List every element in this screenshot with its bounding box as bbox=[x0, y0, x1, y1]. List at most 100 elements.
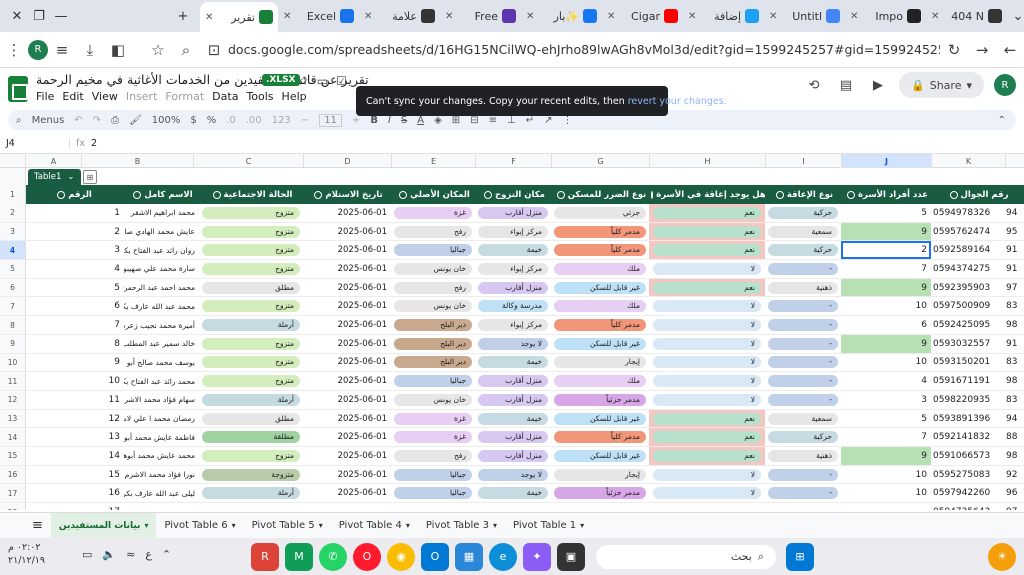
text-color-icon[interactable]: A bbox=[417, 115, 424, 126]
cell-phone[interactable]: 0593150201 bbox=[931, 354, 1004, 372]
cell-phone[interactable]: 0597942260 bbox=[931, 485, 1004, 503]
cell-origin[interactable]: جباليا bbox=[391, 241, 475, 259]
cell-date[interactable] bbox=[303, 503, 391, 510]
disability-chip[interactable]: لا bbox=[653, 356, 761, 369]
menu-view[interactable]: View bbox=[92, 90, 118, 103]
cell-disability[interactable]: لا bbox=[649, 353, 765, 372]
collapse-toolbar-icon[interactable]: ⌃ bbox=[998, 115, 1006, 126]
shelter-chip[interactable]: ملك bbox=[554, 300, 646, 313]
cell-num[interactable]: 13 bbox=[26, 428, 124, 446]
cell-origin[interactable]: غزة bbox=[391, 410, 475, 428]
place-chip[interactable]: خيمة bbox=[478, 356, 548, 369]
cell-shelter[interactable]: مدمر كلياً bbox=[551, 428, 649, 446]
cell-social[interactable]: مطلقة bbox=[199, 428, 303, 446]
cell-distype[interactable]: - bbox=[765, 372, 841, 390]
account-avatar[interactable]: R bbox=[994, 74, 1016, 96]
shelter-chip[interactable]: مدمر كلياً bbox=[554, 244, 646, 257]
chrome-profile-r-icon[interactable]: R bbox=[251, 542, 279, 571]
cell-origin[interactable]: جباليا bbox=[391, 466, 475, 484]
cell-k[interactable]: 92 bbox=[1006, 466, 1024, 484]
cell-members[interactable]: 2 bbox=[841, 241, 931, 260]
cell-distype[interactable]: حركية bbox=[765, 204, 841, 222]
column-options-icon[interactable] bbox=[949, 190, 958, 199]
cell-name[interactable]: روان رائد عبد الفتاح بكر bbox=[124, 241, 199, 259]
social-chip[interactable]: أرملة bbox=[202, 487, 300, 500]
cell-k[interactable]: 88 bbox=[1006, 428, 1024, 446]
cell-origin[interactable]: غزة bbox=[391, 204, 475, 222]
social-chip[interactable]: متزوجة bbox=[202, 468, 300, 481]
cell-phone[interactable]: 0594978326 bbox=[931, 204, 1004, 222]
place-chip[interactable]: لا يوجد bbox=[478, 468, 548, 481]
distype-chip[interactable]: - bbox=[768, 300, 838, 313]
cell-k[interactable]: 91 bbox=[1006, 335, 1024, 353]
place-chip[interactable]: منزل أقارب bbox=[478, 375, 548, 388]
cell-phone[interactable]: 0591066573 bbox=[931, 447, 1004, 465]
cell-distype[interactable]: - bbox=[765, 260, 841, 278]
cell-members[interactable]: 4 bbox=[841, 372, 931, 390]
cell-num[interactable]: 10 bbox=[26, 372, 124, 390]
distype-chip[interactable]: سمعية bbox=[768, 225, 838, 238]
cell-phone[interactable]: 0594735643 bbox=[931, 503, 1004, 510]
zoom-icon[interactable]: ⌕ bbox=[172, 36, 200, 64]
cell-date[interactable]: 2025-06-01 bbox=[303, 241, 391, 259]
row-number[interactable]: 4 bbox=[0, 241, 26, 260]
cell-date[interactable]: 2025-06-01 bbox=[303, 298, 391, 316]
outlook-icon[interactable]: O bbox=[421, 542, 449, 571]
cell-num[interactable]: 11 bbox=[26, 391, 124, 409]
cell-origin[interactable]: جباليا bbox=[391, 372, 475, 390]
name-box[interactable]: J4 bbox=[0, 138, 70, 149]
cell-social[interactable]: متزوج bbox=[199, 298, 303, 316]
decrease-decimal-icon[interactable]: .0 bbox=[226, 115, 236, 126]
cell-shelter[interactable]: ملك bbox=[551, 260, 649, 278]
cell-origin[interactable]: خان يونس bbox=[391, 298, 475, 316]
battery-icon[interactable]: ▭ bbox=[82, 548, 92, 561]
cell-social[interactable]: متزوج bbox=[199, 223, 303, 241]
cell-disability[interactable] bbox=[649, 503, 765, 510]
forward-icon[interactable]: → bbox=[968, 36, 996, 64]
menu-help[interactable]: Help bbox=[282, 90, 307, 103]
cell-origin[interactable] bbox=[391, 503, 475, 510]
shelter-chip[interactable]: ملك bbox=[554, 375, 646, 388]
disability-chip[interactable]: نعم bbox=[653, 431, 761, 444]
cell-members[interactable]: 10 bbox=[841, 353, 931, 372]
header-place[interactable]: مكان النزوح bbox=[475, 185, 551, 204]
origin-chip[interactable]: غزة bbox=[394, 412, 472, 425]
edge-icon[interactable]: e bbox=[489, 542, 517, 571]
cell-distype[interactable]: ذهنية bbox=[765, 279, 841, 297]
cell-shelter[interactable]: ملك bbox=[551, 298, 649, 316]
cell-origin[interactable]: رفح bbox=[391, 223, 475, 241]
revert-changes-link[interactable]: revert your changes. bbox=[628, 96, 727, 107]
distype-chip[interactable]: - bbox=[768, 337, 838, 350]
currency-format[interactable]: $ bbox=[190, 115, 196, 126]
cell-distype[interactable]: - bbox=[765, 316, 841, 334]
menu-format[interactable]: Format bbox=[165, 90, 204, 103]
cell-distype[interactable]: سمعية bbox=[765, 410, 841, 428]
cell-social[interactable]: أرملة bbox=[199, 391, 303, 409]
cell-k[interactable]: 98 bbox=[1006, 372, 1024, 390]
disability-chip[interactable]: لا bbox=[653, 375, 761, 388]
cell-members[interactable]: 5 bbox=[841, 409, 931, 428]
cell-disability[interactable]: لا bbox=[649, 316, 765, 334]
clock[interactable]: ٠٢:٠٢ م ٢١/١٢/١٩ bbox=[8, 541, 45, 567]
cell-disability[interactable]: لا bbox=[649, 372, 765, 390]
browser-tab[interactable]: ✕ Cigar bbox=[602, 3, 683, 29]
disability-chip[interactable]: لا bbox=[653, 393, 761, 406]
cell-shelter[interactable]: مدمر كلياً bbox=[551, 241, 649, 259]
whatsapp-icon[interactable]: ✆ bbox=[319, 542, 347, 571]
header-members[interactable]: عدد أفراد الأسرة bbox=[841, 185, 931, 204]
row-number[interactable]: 16 bbox=[0, 465, 26, 484]
cell-origin[interactable]: رفح bbox=[391, 447, 475, 465]
column-options-icon[interactable] bbox=[133, 190, 142, 199]
cell-members[interactable]: 3 bbox=[841, 391, 931, 409]
cell-k[interactable]: 94 bbox=[1006, 410, 1024, 428]
cell-name[interactable]: ليلى عبد الله عارف بكر bbox=[124, 485, 199, 503]
cell-place[interactable]: منزل أقارب bbox=[475, 428, 551, 446]
cell-place[interactable]: لا يوجد bbox=[475, 466, 551, 484]
column-header-b[interactable]: B bbox=[82, 154, 194, 168]
formula-input[interactable]: 2 bbox=[85, 138, 97, 149]
row-number[interactable]: 13 bbox=[0, 409, 26, 428]
row-number[interactable]: 6 bbox=[0, 278, 26, 297]
chrome-profile-m-icon[interactable]: M bbox=[285, 542, 313, 571]
origin-chip[interactable]: جباليا bbox=[394, 375, 472, 388]
origin-chip[interactable]: خان يونس bbox=[394, 300, 472, 313]
